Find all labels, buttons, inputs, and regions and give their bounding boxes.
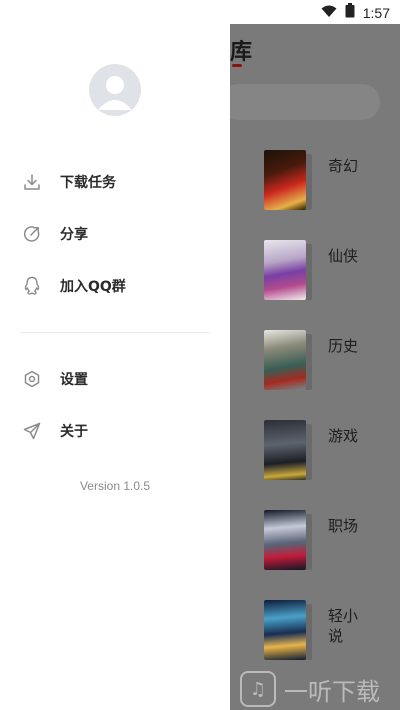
menu-item-label: 设置 [60,372,88,388]
book-cover [264,330,312,390]
wifi-icon [321,3,337,22]
navigation-drawer: 下载任务 分享 加入QQ群 设置 关于 Version 1.0.5 [0,24,230,710]
share-icon [22,224,42,244]
category-label: 历史 [328,337,359,355]
download-icon [22,172,42,192]
category-label: 仙侠 [328,247,359,265]
category-label: 职场 [328,517,359,535]
category-item-light-novel[interactable]: 轻小说 [264,600,394,664]
menu-item-share[interactable]: 分享 [0,214,230,254]
version-label: Version 1.0.5 [79,479,151,493]
menu-item-join-qq-group[interactable]: 加入QQ群 [0,266,230,306]
qq-icon [22,276,42,296]
category-item-games[interactable]: 游戏 [264,420,394,484]
menu-item-label: 下载任务 [60,175,116,191]
page-title: 库 [230,40,253,65]
title-underline [232,64,242,67]
category-item-xianxia[interactable]: 仙侠 [264,240,394,304]
category-label: 奇幻 [328,157,359,175]
book-cover [264,600,312,660]
watermark-logo-icon: ♫ [240,671,276,707]
divider [20,332,210,333]
menu-item-label: 分享 [60,227,88,243]
status-bar: 1:57 [0,0,400,24]
book-cover [264,240,312,300]
category-item-workplace[interactable]: 职场 [264,510,394,574]
menu-item-download-tasks[interactable]: 下载任务 [0,162,230,202]
category-item-history[interactable]: 历史 [264,330,394,394]
book-cover [264,420,312,480]
book-cover [264,510,312,570]
menu-item-about[interactable]: 关于 [0,411,230,451]
status-time: 1:57 [362,4,390,21]
category-item-fantasy[interactable]: 奇幻 [264,150,394,214]
send-icon [22,421,42,441]
watermark: ♫ 一听下载 [240,668,400,710]
background-library-page[interactable]: 库 奇幻 仙侠 历史 游戏 职场 轻小说 [220,24,400,710]
category-label: 轻小说 [328,607,359,645]
watermark-text: 一听下载 [284,677,380,706]
category-label: 游戏 [328,427,359,445]
book-cover [264,150,312,210]
settings-icon [22,369,42,389]
menu-item-settings[interactable]: 设置 [0,359,230,399]
avatar[interactable] [89,64,141,116]
menu-item-label: 关于 [60,424,88,440]
battery-icon [345,3,355,22]
menu-item-label: 加入QQ群 [60,279,126,295]
search-bar[interactable] [220,84,380,120]
